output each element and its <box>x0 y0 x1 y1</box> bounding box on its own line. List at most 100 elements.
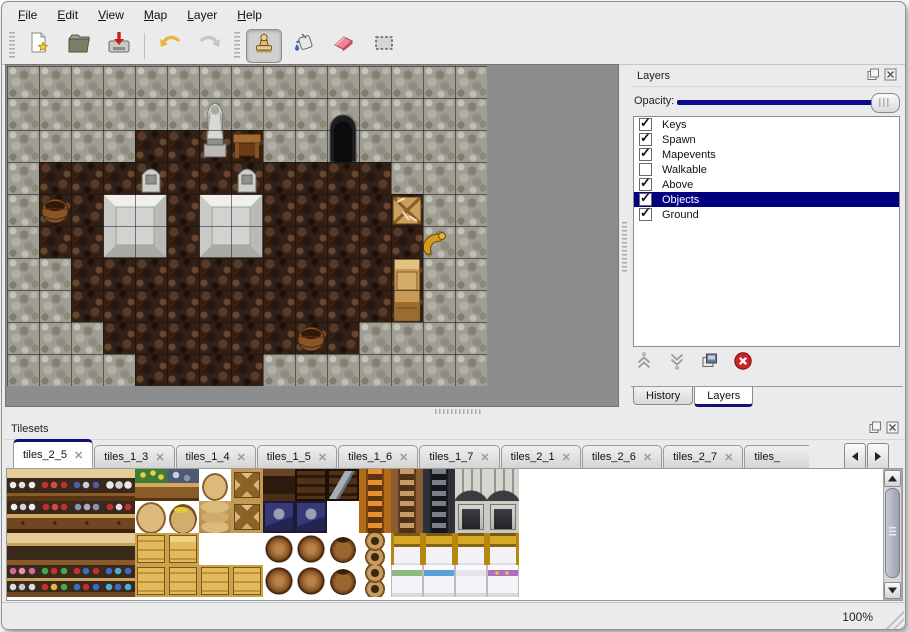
tileset-tab-tiles[interactable]: tiles_ <box>744 445 809 469</box>
tile-shelf-red-mid[interactable] <box>39 501 71 533</box>
tab-close-icon[interactable]: ✕ <box>643 451 652 464</box>
tileset-canvas[interactable] <box>6 468 903 601</box>
menu-view[interactable]: View <box>88 5 134 25</box>
tile-pots[interactable] <box>359 565 391 597</box>
tile-dark-metal[interactable] <box>327 469 359 501</box>
tile-shelf-jars-top[interactable] <box>103 469 135 501</box>
layer-row-ground[interactable]: ✓Ground <box>634 207 899 222</box>
map-viewport[interactable] <box>5 64 619 407</box>
tile-sack-big[interactable] <box>135 501 167 533</box>
menu-file[interactable]: File <box>8 5 47 25</box>
tile-sack[interactable] <box>199 469 231 501</box>
layer-row-objects[interactable]: ✓Objects <box>634 192 899 207</box>
tile-shelf-pink-bot[interactable] <box>7 565 39 597</box>
menu-help[interactable]: Help <box>227 5 272 25</box>
tileset-tab-tiles_2_7[interactable]: tiles_2_7✕ <box>663 445 743 469</box>
save-file-button[interactable] <box>101 29 137 63</box>
layer-list[interactable]: ✓Keys✓Spawn✓MapeventsWalkable✓Above✓Obje… <box>633 116 900 347</box>
tile-ladder-orange[interactable] <box>359 501 391 533</box>
tab-close-icon[interactable]: ✕ <box>724 451 733 464</box>
undo-button[interactable] <box>152 29 188 63</box>
tile-crate[interactable] <box>135 533 167 565</box>
horizontal-splitter[interactable] <box>5 405 618 417</box>
tile-barrel[interactable] <box>327 533 359 565</box>
float-icon[interactable] <box>869 421 882 434</box>
tile-dark-shelf[interactable] <box>263 469 295 501</box>
layer-row-above[interactable]: ✓Above <box>634 177 899 192</box>
tile-crate-x[interactable] <box>231 469 263 501</box>
scrollbar-thumb[interactable] <box>885 488 900 578</box>
layer-visibility-checkbox[interactable]: ✓ <box>639 148 652 161</box>
eraser-tool-button[interactable] <box>326 29 362 63</box>
tile-shelf-blue-bot[interactable] <box>103 565 135 597</box>
tile-navy-crate[interactable] <box>263 501 295 533</box>
tile-sack-stack[interactable] <box>199 501 231 533</box>
tab-close-icon[interactable]: ✕ <box>318 451 327 464</box>
tile-arch[interactable] <box>455 469 487 501</box>
open-file-button[interactable] <box>61 29 97 63</box>
move-up-button[interactable] <box>633 351 655 373</box>
tile-dark-crate[interactable] <box>295 469 327 501</box>
tile-barrels[interactable] <box>263 533 295 565</box>
stamp-tool-button[interactable] <box>246 29 282 63</box>
tile-shelf-plain-top[interactable] <box>39 533 71 565</box>
tile-navy-crate[interactable] <box>295 501 327 533</box>
tile-crate[interactable] <box>231 565 263 597</box>
tab-close-icon[interactable]: ✕ <box>562 451 571 464</box>
layer-visibility-checkbox[interactable]: ✓ <box>639 208 652 221</box>
tile-barrels[interactable] <box>263 565 295 597</box>
tile-pots[interactable] <box>359 533 391 565</box>
tile-ladder-brown[interactable] <box>391 501 423 533</box>
vertical-splitter[interactable] <box>618 64 631 405</box>
tile-bed-purple[interactable] <box>487 565 519 597</box>
tile-shelf-blue-mid[interactable] <box>71 501 103 533</box>
tile-barrels[interactable] <box>295 565 327 597</box>
menu-map[interactable]: Map <box>134 5 177 25</box>
tileset-tab-tiles_1_5[interactable]: tiles_1_5✕ <box>257 445 337 469</box>
resize-grip[interactable] <box>882 607 904 629</box>
dock-tab-layers[interactable]: Layers <box>694 387 753 407</box>
opacity-slider-track[interactable] <box>677 100 891 105</box>
move-down-button[interactable] <box>666 351 688 373</box>
tab-close-icon[interactable]: ✕ <box>399 451 408 464</box>
tile-sack-open[interactable] <box>167 501 199 533</box>
scroll-down-icon[interactable] <box>884 582 901 599</box>
tile-bed-head[interactable] <box>423 533 455 565</box>
tile-barrel[interactable] <box>327 565 359 597</box>
close-icon[interactable] <box>884 68 897 81</box>
fill-tool-button[interactable] <box>286 29 322 63</box>
layer-row-mapevents[interactable]: ✓Mapevents <box>634 147 899 162</box>
tileset-tab-tiles_1_7[interactable]: tiles_1_7✕ <box>419 445 499 469</box>
tile-shelf-dishes-top[interactable] <box>7 469 39 501</box>
tile-shelf-jars-mid[interactable] <box>103 501 135 533</box>
map-canvas[interactable] <box>7 66 487 386</box>
float-icon[interactable] <box>867 68 880 81</box>
delete-button[interactable] <box>732 351 754 373</box>
tile-fish-crate[interactable] <box>167 469 199 501</box>
tile-shelf-plain-top[interactable] <box>103 533 135 565</box>
tile-bed-head[interactable] <box>455 533 487 565</box>
tile-bed-head[interactable] <box>487 533 519 565</box>
tile-stone-door[interactable] <box>455 501 487 533</box>
scroll-left-icon[interactable] <box>844 443 866 470</box>
tile-shelf-plain-top[interactable] <box>71 533 103 565</box>
tileset-tab-tiles_1_4[interactable]: tiles_1_4✕ <box>176 445 256 469</box>
redo-button[interactable] <box>192 29 228 63</box>
tab-close-icon[interactable]: ✕ <box>237 451 246 464</box>
dock-tab-history[interactable]: History <box>633 387 693 405</box>
scroll-up-icon[interactable] <box>884 470 901 487</box>
tile-shelf-red-top[interactable] <box>39 469 71 501</box>
rect-select-tool-button[interactable] <box>366 29 402 63</box>
tile-ladder-orange[interactable] <box>359 469 391 501</box>
tile-stone-door[interactable] <box>487 501 519 533</box>
layer-row-spawn[interactable]: ✓Spawn <box>634 132 899 147</box>
tile-bed-head[interactable] <box>391 533 423 565</box>
scroll-right-icon[interactable] <box>867 443 889 470</box>
menu-layer[interactable]: Layer <box>177 5 227 25</box>
tile-arch[interactable] <box>487 469 519 501</box>
tileset-tab-tiles_2_6[interactable]: tiles_2_6✕ <box>582 445 662 469</box>
tile-barrels[interactable] <box>295 533 327 565</box>
tileset-tab-tiles_1_6[interactable]: tiles_1_6✕ <box>338 445 418 469</box>
tab-close-icon[interactable]: ✕ <box>74 449 83 462</box>
tileset-scrollbar[interactable] <box>883 469 902 600</box>
